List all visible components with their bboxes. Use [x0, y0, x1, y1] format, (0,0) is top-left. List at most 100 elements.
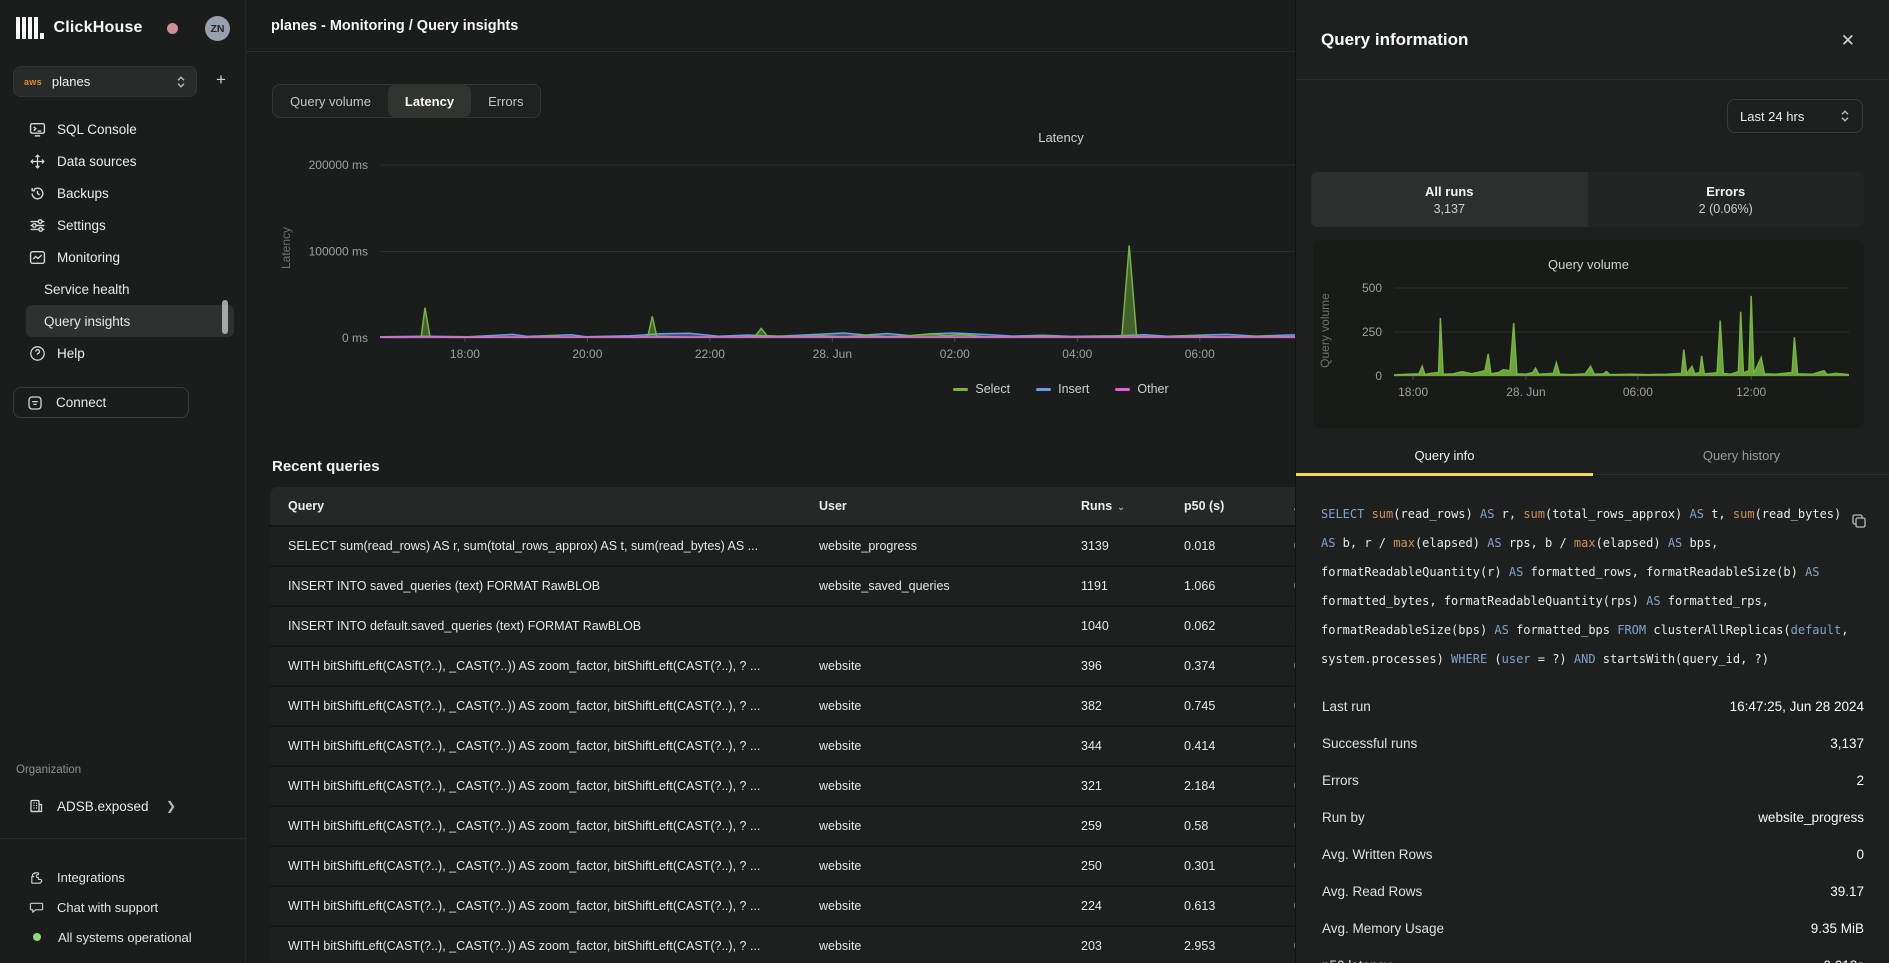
cell-query: INSERT INTO default.saved_queries (text)… — [270, 619, 801, 633]
latency-chart-svg: LatencyLatency0 ms100000 ms200000 ms18:0… — [270, 128, 1295, 378]
svg-text:28. Jun: 28. Jun — [1506, 385, 1545, 399]
table-row[interactable]: WITH bitShiftLeft(CAST(?..), _CAST(?..))… — [270, 725, 1295, 765]
cell-query: WITH bitShiftLeft(CAST(?..), _CAST(?..))… — [270, 899, 801, 913]
column-header-query: Query — [270, 499, 801, 513]
table-row[interactable]: INSERT INTO default.saved_queries (text)… — [270, 605, 1295, 645]
tab-errors[interactable]: Errors — [471, 85, 540, 117]
sidebar-item-sql-console[interactable]: SQL Console — [0, 113, 246, 145]
legend-label: Other — [1137, 382, 1168, 396]
clickhouse-logo[interactable]: ClickHouse — [16, 12, 143, 44]
tab-query-info[interactable]: Query info — [1296, 436, 1593, 474]
sidebar-item-help[interactable]: Help — [0, 337, 246, 369]
cell-p50: 0.745 — [1166, 699, 1276, 713]
cell-user: website_progress — [801, 539, 1063, 553]
stat-label: Avg. Written Rows — [1322, 847, 1433, 862]
stat-label: p50 latency — [1322, 958, 1391, 963]
stat-label: Last run — [1322, 699, 1371, 714]
stat-value: 16:47:25, Jun 28 2024 — [1730, 699, 1864, 714]
cell-runs: 396 — [1063, 659, 1166, 673]
stat-label: Run by — [1322, 810, 1365, 825]
page-title: planes - Monitoring / Query insights — [271, 18, 518, 34]
stat-label: Errors — [1322, 773, 1359, 788]
connect-button[interactable]: Connect — [13, 387, 189, 418]
table-row[interactable]: WITH bitShiftLeft(CAST(?..), _CAST(?..))… — [270, 845, 1295, 885]
add-service-button[interactable]: + — [210, 70, 232, 90]
footer-item-all-systems-operational[interactable]: All systems operational — [0, 922, 246, 952]
cell-user: website — [801, 819, 1063, 833]
svg-text:Latency: Latency — [279, 227, 293, 269]
legend-item-other[interactable]: Other — [1115, 382, 1168, 396]
table-row[interactable]: SELECT sum(read_rows) AS r, sum(total_ro… — [270, 525, 1295, 565]
sidebar-subitem-service-health[interactable]: Service health — [0, 273, 246, 305]
sql-line: SELECT sum(read_rows) AS r, sum(total_ro… — [1321, 500, 1866, 529]
column-header-user: User — [801, 499, 1063, 513]
cell-runs: 3139 — [1063, 539, 1166, 553]
panel-title: Query information — [1321, 30, 1468, 50]
cell-user: website — [801, 699, 1063, 713]
close-icon[interactable]: ✕ — [1841, 32, 1855, 49]
cell-query: WITH bitShiftLeft(CAST(?..), _CAST(?..))… — [270, 739, 801, 753]
tab-latency[interactable]: Latency — [388, 85, 471, 117]
tab-query-history[interactable]: Query history — [1593, 436, 1889, 474]
copy-icon[interactable] — [1851, 513, 1867, 529]
table-row[interactable]: WITH bitShiftLeft(CAST(?..), _CAST(?..))… — [270, 645, 1295, 685]
summary-tab-all-runs[interactable]: All runs3,137 — [1311, 172, 1588, 227]
footer-item-integrations[interactable]: Integrations — [0, 862, 246, 892]
summary-tab-value: 3,137 — [1434, 202, 1465, 216]
cell-user: website — [801, 739, 1063, 753]
summary-tab-errors[interactable]: Errors2 (0.06%) — [1588, 172, 1865, 227]
cell-avg: 0 — [1276, 939, 1295, 953]
notification-dot-icon[interactable] — [167, 23, 178, 34]
stat-value: 2 — [1856, 773, 1864, 788]
avatar[interactable]: ZN — [205, 16, 230, 41]
brand-name: ClickHouse — [54, 19, 143, 37]
column-header-runs[interactable]: Runs⌄ — [1063, 499, 1166, 513]
sidebar-subitem-query-insights[interactable]: Query insights — [26, 305, 234, 337]
sidebar-item-label: Backups — [57, 186, 109, 201]
svg-text:28. Jun: 28. Jun — [813, 347, 852, 361]
table-row[interactable]: INSERT INTO saved_queries (text) FORMAT … — [270, 565, 1295, 605]
footer-item-chat-with-support[interactable]: Chat with support — [0, 892, 246, 922]
tab-query-volume[interactable]: Query volume — [273, 85, 388, 117]
legend-label: Insert — [1058, 382, 1089, 396]
service-name: planes — [52, 74, 176, 89]
organization-switcher[interactable]: ADSB.exposed ❯ — [0, 791, 246, 821]
sidebar-item-backups[interactable]: Backups — [0, 177, 246, 209]
sidebar-footer: IntegrationsChat with supportAll systems… — [0, 862, 246, 952]
sidebar: ClickHouse ZN aws planes + SQL ConsoleDa… — [0, 0, 246, 963]
app-root: ClickHouse ZN aws planes + SQL ConsoleDa… — [0, 0, 1889, 963]
table-row[interactable]: WITH bitShiftLeft(CAST(?..), _CAST(?..))… — [270, 805, 1295, 845]
table-row[interactable]: WITH bitShiftLeft(CAST(?..), _CAST(?..))… — [270, 925, 1295, 963]
sidebar-item-data-sources[interactable]: Data sources — [0, 145, 246, 177]
sql-line: system.processes) WHERE (user = ?) AND s… — [1321, 645, 1866, 674]
svg-text:18:00: 18:00 — [450, 347, 480, 361]
stat-row-last-run: Last run 16:47:25, Jun 28 2024 — [1322, 688, 1864, 725]
backups-icon — [29, 185, 46, 202]
legend-item-select[interactable]: Select — [953, 382, 1010, 396]
cell-runs: 1040 — [1063, 619, 1166, 633]
cell-avg: 0 — [1276, 899, 1295, 913]
cell-query: WITH bitShiftLeft(CAST(?..), _CAST(?..))… — [270, 859, 801, 873]
time-range-select[interactable]: Last 24 hrs — [1727, 99, 1863, 133]
settings-icon — [29, 217, 46, 234]
stat-label: Avg. Memory Usage — [1322, 921, 1444, 936]
cell-user: website_saved_queries — [801, 579, 1063, 593]
service-selector[interactable]: aws planes — [13, 66, 197, 97]
sidebar-item-label: Monitoring — [57, 250, 120, 265]
stat-value: 9.35 MiB — [1811, 921, 1864, 936]
sidebar-item-monitoring[interactable]: Monitoring — [0, 241, 246, 273]
table-row[interactable]: WITH bitShiftLeft(CAST(?..), _CAST(?..))… — [270, 685, 1295, 725]
table-row[interactable]: WITH bitShiftLeft(CAST(?..), _CAST(?..))… — [270, 885, 1295, 925]
sidebar-scrollbar[interactable] — [222, 300, 228, 334]
latency-chart-legend: Select Insert Other — [270, 382, 1295, 396]
cell-runs: 259 — [1063, 819, 1166, 833]
svg-text:500: 500 — [1362, 281, 1382, 295]
table-row[interactable]: WITH bitShiftLeft(CAST(?..), _CAST(?..))… — [270, 765, 1295, 805]
legend-item-insert[interactable]: Insert — [1036, 382, 1089, 396]
svg-text:04:00: 04:00 — [1062, 347, 1092, 361]
cell-runs: 344 — [1063, 739, 1166, 753]
sidebar-item-settings[interactable]: Settings — [0, 209, 246, 241]
runs-errors-tabs: All runs3,137Errors2 (0.06%) — [1311, 172, 1864, 227]
cell-avg: 0 — [1276, 699, 1295, 713]
column-header-p50-s-: p50 (s) — [1166, 499, 1276, 513]
